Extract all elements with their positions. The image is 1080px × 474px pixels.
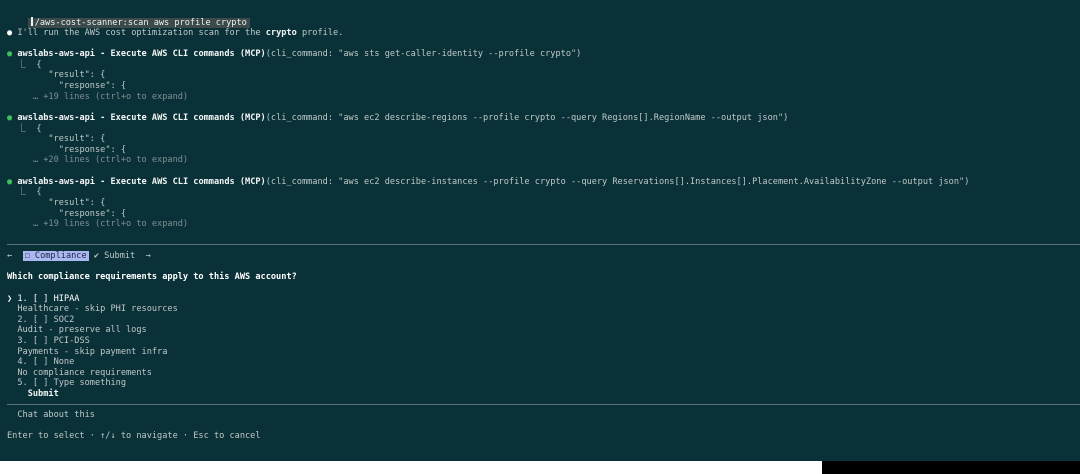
expand-hint[interactable]: … +19 lines (ctrl+o to expand) [7,92,188,103]
assistant-intro: ● I'll run the AWS cost optimization sca… [7,28,343,39]
option-label[interactable]: 5. [ ] Type something [17,378,126,388]
tool-call-header: ● awslabs-aws-api - Execute AWS CLI comm… [7,49,581,60]
success-bullet-icon: ● [7,177,13,187]
intro-suffix: profile. [296,28,344,38]
output-text: "result": { [48,134,106,144]
option-label[interactable]: 1. [ ] HIPAA [17,294,79,304]
selection-pointer-icon: ❯ [7,294,13,304]
output-text: "response": { [58,145,127,155]
expand-hint[interactable]: … +19 lines (ctrl+o to expand) [7,219,188,230]
option-desc-text: Healthcare - skip PHI resources [17,304,178,314]
success-bullet-icon: ● [7,49,13,59]
command-chip: /aws-cost-scanner:scan aws profile crypt… [27,17,250,28]
option-label[interactable]: 3. [ ] PCI-DSS [17,336,89,346]
output-text: "result": { [48,198,106,208]
elbow-icon: ⎿ [17,124,26,134]
tool-name: awslabs-aws-api - Execute AWS CLI comman… [17,113,266,123]
tab-back-arrow-icon[interactable]: ← [7,251,12,261]
option-none[interactable]: 4. [ ] None [7,357,74,368]
option-description: Healthcare - skip PHI resources [7,304,178,315]
terminal-window: /aws-cost-scanner:scan aws profile crypt… [0,0,1080,461]
submit-option[interactable]: Submit [7,389,59,400]
intro-prefix: I'll run the AWS cost optimization scan … [17,28,266,38]
success-bullet-icon: ● [7,113,13,123]
elbow-icon: ⎿ [17,187,26,197]
output-text: { [36,124,42,134]
message-bullet-icon: ● [7,28,13,38]
intro-profile: crypto [265,28,297,38]
question-title: Which compliance requirements apply to t… [7,272,297,282]
section-divider [7,244,1080,245]
tool-output-line: "response": { [7,81,126,92]
tool-args: (cli_command: "aws ec2 describe-instance… [265,177,970,187]
chat-about-this[interactable]: Chat about this [7,410,95,421]
tab-forward-arrow-icon[interactable]: → [146,251,151,261]
tool-name: awslabs-aws-api - Execute AWS CLI comman… [17,49,266,59]
option-label[interactable]: 4. [ ] None [17,357,74,367]
tool-call-header: ● awslabs-aws-api - Execute AWS CLI comm… [7,177,969,188]
tool-output-line: "result": { [7,70,105,81]
prompt-bar-icon [30,17,33,26]
section-divider [7,404,1080,405]
output-text: "response": { [58,209,127,219]
submit-label[interactable]: Submit [28,389,59,399]
chat-label[interactable]: Chat about this [17,410,95,420]
output-text: "response": { [58,81,127,91]
tool-output-line: ⎿ { [7,187,42,198]
tab-submit[interactable]: ✔ Submit [94,251,135,261]
bottom-strip [0,461,1080,474]
output-text: "result": { [48,70,106,80]
expand-hint-text[interactable]: … +19 lines (ctrl+o to expand) [33,219,188,229]
tool-output-line: "result": { [7,134,105,145]
option-description: Audit - preserve all logs [7,325,147,336]
option-desc-text: Audit - preserve all logs [17,325,147,335]
footer-help: Enter to select · ↑/↓ to navigate · Esc … [7,431,261,441]
tab-compliance[interactable]: ☐ Compliance [22,251,89,261]
tool-args: (cli_command: "aws sts get-caller-identi… [265,49,582,59]
option-desc-text: No compliance requirements [17,368,152,378]
expand-hint[interactable]: … +20 lines (ctrl+o to expand) [7,155,188,166]
output-text: { [36,60,42,70]
tool-name: awslabs-aws-api - Execute AWS CLI comman… [17,177,266,187]
option-desc-text: Payments - skip payment infra [17,347,168,357]
question-tabs: ← ☐ Compliance ✔ Submit → [7,251,151,262]
tool-args: (cli_command: "aws ec2 describe-regions … [265,113,789,123]
command-line: /aws-cost-scanner:scan aws profile crypt… [7,6,250,28]
option-label[interactable]: 2. [ ] SOC2 [17,315,74,325]
tool-call-header: ● awslabs-aws-api - Execute AWS CLI comm… [7,113,788,124]
output-text: { [36,187,42,197]
expand-hint-text[interactable]: … +19 lines (ctrl+o to expand) [33,92,188,102]
tool-output-line: "result": { [7,198,105,209]
option-pci-dss[interactable]: 3. [ ] PCI-DSS [7,336,89,347]
command-text: /aws-cost-scanner:scan aws profile crypt… [34,18,247,28]
elbow-icon: ⎿ [17,60,26,70]
expand-hint-text[interactable]: … +20 lines (ctrl+o to expand) [33,155,188,165]
bottom-strip-dark [822,461,1080,474]
option-type-something[interactable]: 5. [ ] Type something [7,378,126,389]
